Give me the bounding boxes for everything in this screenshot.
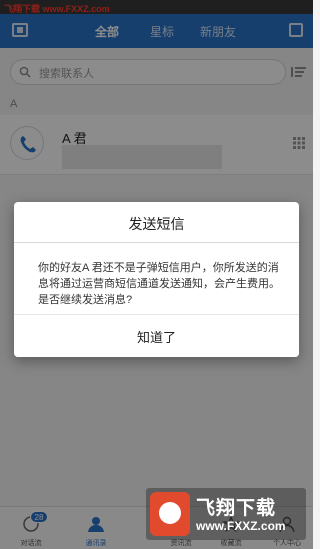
dialog-message: 你的好友A 君还不是子弹短信用户，你所发送的消息将通过运营商短信通道发送通知，会… [38,262,280,306]
logo-title: 飞翔下载 [196,498,277,519]
fxxz-logo-icon [150,492,190,536]
logo-url: www.FXXZ.com [196,519,286,533]
send-sms-dialog: 发送短信 你的好友A 君还不是子弹短信用户，你所发送的消息将通过运营商短信通道发… [14,202,299,357]
dialog-title: 发送短信 [128,216,185,232]
got-it-button[interactable]: 知道了 [14,315,299,357]
logo-watermark: 飞翔下载 www.FXXZ.com [146,488,306,540]
dialog-divider [14,242,299,243]
